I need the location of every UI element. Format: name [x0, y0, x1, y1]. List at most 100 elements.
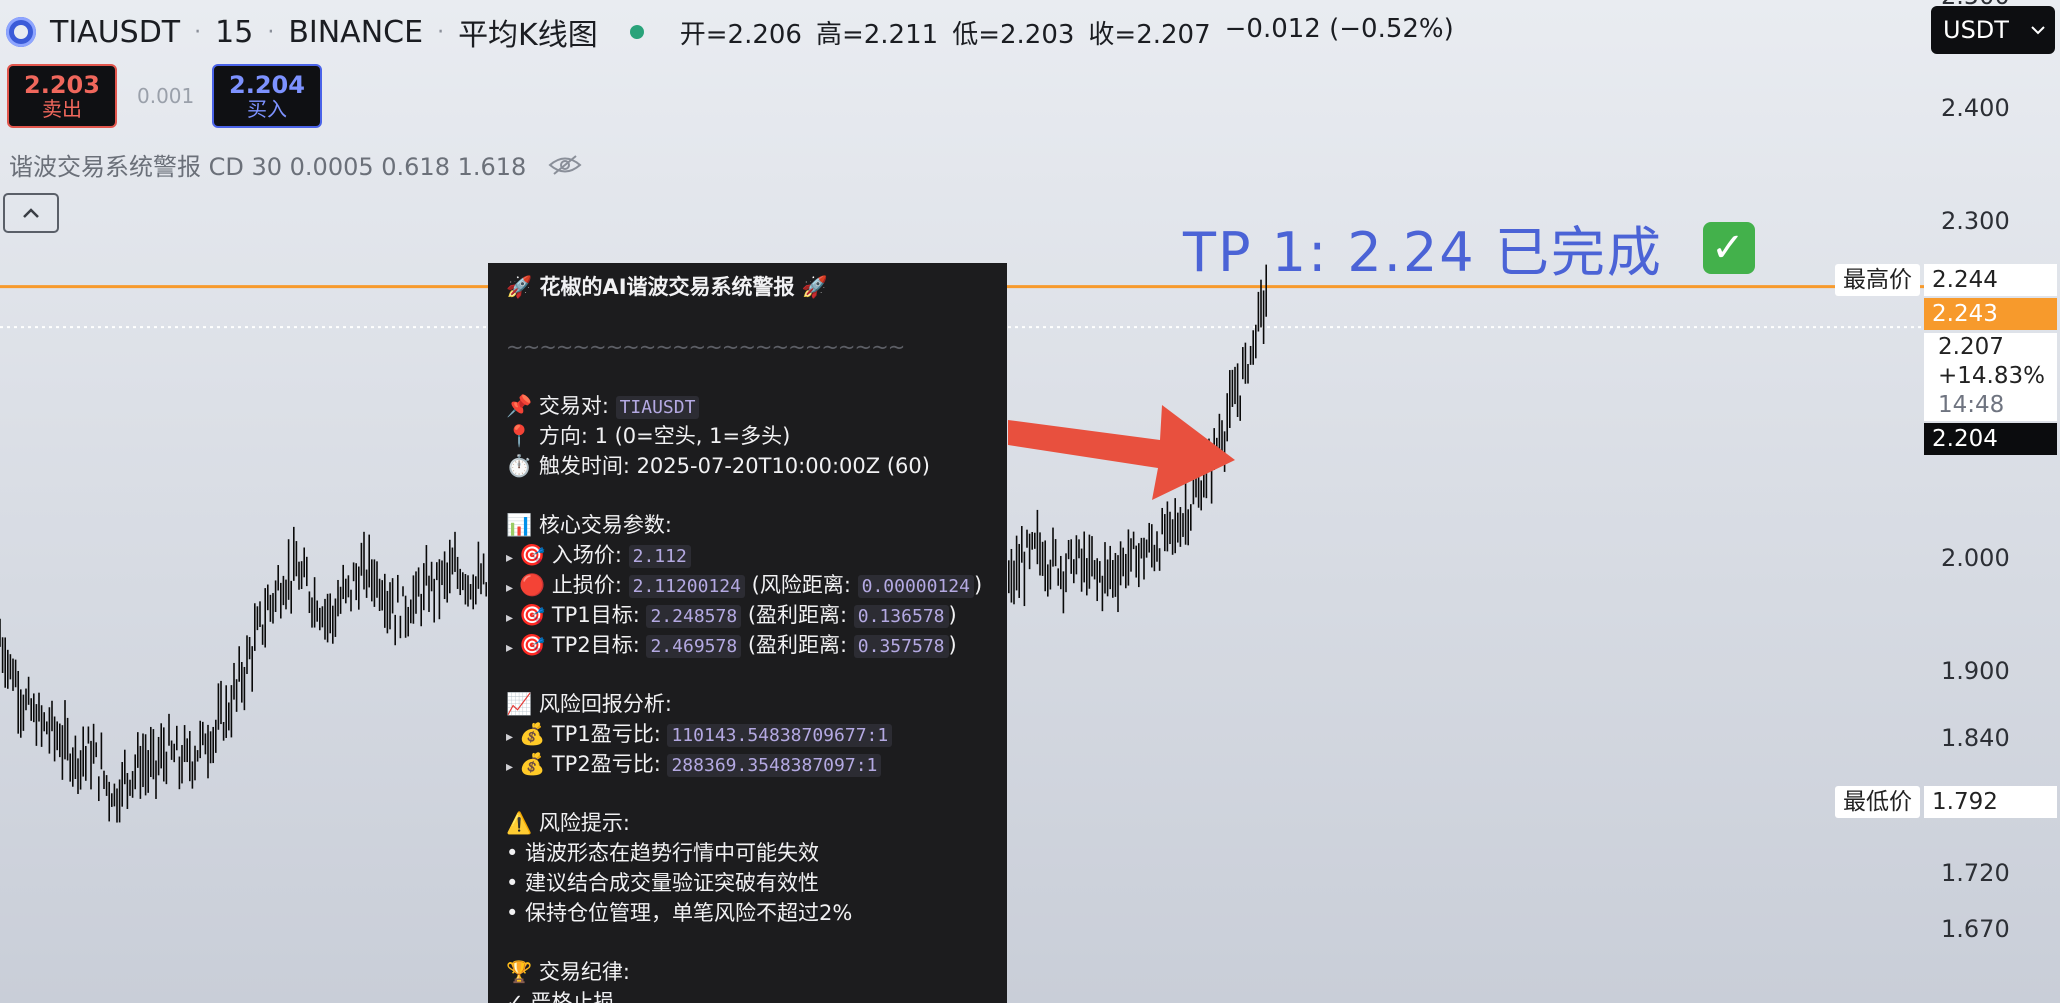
- trigger-row: ⏱️ 触发时间: 2025-07-20T10:00:00Z (60): [506, 453, 930, 478]
- tp2-row: ▸ 🎯 TP2目标: 2.469578 (盈利距离: 0.357578): [506, 631, 989, 661]
- tp2-value: 2.469578: [646, 634, 742, 658]
- bullet: ▸: [506, 639, 514, 656]
- rr1-row: ▸ 💰 TP1盈亏比: 110143.54838709677:1: [506, 720, 989, 750]
- tp1-value: 2.248578: [646, 604, 742, 628]
- pair-value: TIAUSDT: [615, 396, 700, 420]
- current-high-tag: 2.243: [1924, 298, 2057, 330]
- sell-button[interactable]: 2.203 卖出: [7, 64, 117, 128]
- low-price-value: 1.792: [1924, 786, 2057, 818]
- eye-off-icon[interactable]: [548, 154, 582, 176]
- discipline-title: 🏆 交易纪律:: [506, 960, 630, 985]
- rr1-value: 110143.54838709677:1: [667, 723, 893, 747]
- price-tick-9: 1.670: [1941, 915, 2010, 944]
- direction-row: 📍 方向: 1 (0=空头, 1=多头): [506, 423, 791, 448]
- symbol-name[interactable]: TIAUSDT: [50, 15, 180, 50]
- bid-price-tag: 2.204: [1924, 423, 2057, 455]
- high-value: 高=2.211: [815, 19, 939, 50]
- rr2-label: 💰 TP2盈亏比:: [519, 751, 668, 776]
- collapse-legend-button[interactable]: [3, 193, 59, 233]
- discipline-item-1: ✓ 严格止损: [506, 990, 615, 1003]
- alert-panel: 🚀 花椒的AI谐波交易系统警报 🚀 ~~~~~~~~~~~~~~~~~~~~~~…: [488, 263, 1007, 1003]
- chevron-up-icon: [23, 208, 39, 218]
- last-price: 2.207: [1938, 334, 2004, 360]
- bullet: ▸: [506, 728, 514, 745]
- stop-value: 2.11200124: [628, 574, 745, 598]
- tp1-dist-value: 0.136578: [853, 604, 949, 628]
- separator-dot: ·: [194, 19, 202, 45]
- bullet: ▸: [506, 758, 514, 775]
- tp2-label: 🎯 TP2目标:: [519, 632, 647, 657]
- separator-dot: ·: [267, 19, 275, 45]
- alert-title: 🚀 花椒的AI谐波交易系统警报 🚀: [506, 275, 828, 299]
- close-paren: ): [948, 632, 957, 657]
- risk-title: 📈 风险回报分析:: [506, 692, 672, 717]
- high-price-value: 2.244: [1924, 264, 2057, 296]
- ohlc-values: 开=2.206 高=2.211 低=2.203 收=2.207 −0.012 (…: [680, 14, 1454, 51]
- bullet: ▸: [506, 550, 514, 567]
- close-value: 收=2.207: [1088, 19, 1211, 50]
- stop-risk-label: (风险距离:: [744, 572, 858, 597]
- entry-label: 🎯 入场价:: [519, 543, 629, 568]
- stop-row: ▸ 🔴 止损价: 2.11200124 (风险距离: 0.00000124): [506, 571, 989, 601]
- exchange-name: BINANCE: [288, 14, 424, 50]
- bar-countdown: 14:48: [1938, 392, 2005, 418]
- price-tick-8: 1.720: [1941, 859, 2010, 887]
- interval[interactable]: 15: [215, 15, 253, 50]
- last-price-box: 2.207 +14.83% 14:48: [1924, 333, 2057, 421]
- warn-item-1: • 谐波形态在趋势行情中可能失效: [506, 841, 820, 866]
- warn-title: ⚠️ 风险提示:: [506, 811, 630, 836]
- pair-row: 📌 交易对: TIAUSDT: [506, 392, 989, 422]
- wave-divider: ~~~~~~~~~~~~~~~~~~~~~~~~: [506, 334, 905, 359]
- entry-row: ▸ 🎯 入场价: 2.112: [506, 541, 989, 571]
- tp2-dist-label: (盈利距离:: [741, 632, 854, 657]
- close-paren: ): [973, 572, 983, 597]
- change-value: −0.012 (−0.52%): [1224, 13, 1454, 44]
- rr2-row: ▸ 💰 TP2盈亏比: 288369.3548387097:1: [506, 750, 989, 780]
- tp1-dist-label: (盈利距离:: [741, 602, 854, 627]
- sell-label: 卖出: [42, 97, 82, 122]
- chart-header: TIAUSDT · 15 · BINANCE · 平均K线图 开=2.206 高…: [6, 10, 1454, 54]
- bullet: ▸: [506, 609, 514, 626]
- market-status-dot: [629, 25, 644, 39]
- last-change: +14.83%: [1938, 363, 2045, 389]
- indicator-label: 谐波交易系统警报 CD 30 0.0005 0.618 1.618: [9, 153, 527, 181]
- separator-dot: ·: [437, 19, 445, 45]
- core-title: 📊 核心交易参数:: [506, 513, 672, 538]
- low-value: 低=2.203: [952, 19, 1075, 50]
- check-mark-icon: ✓: [1702, 221, 1755, 274]
- bullet: ▸: [506, 579, 514, 596]
- tia-coin-icon: [6, 17, 36, 47]
- buy-price: 2.204: [229, 70, 305, 99]
- chart-type[interactable]: 平均K线图: [458, 10, 598, 54]
- price-tick-6: 1.840: [1941, 724, 2010, 752]
- high-price-label: 最高价: [1835, 264, 1920, 296]
- stop-risk-value: 0.00000124: [857, 574, 974, 598]
- price-tick-0: 2.500: [1941, 0, 2010, 10]
- spread-value: 0.001: [137, 84, 195, 108]
- chevron-down-icon: [2031, 26, 2045, 35]
- price-tick-4: 2.000: [1941, 544, 2010, 572]
- currency-label: USDT: [1943, 16, 2009, 44]
- tp2-dist-value: 0.357578: [853, 634, 949, 658]
- price-tick-2: 2.300: [1941, 206, 2010, 235]
- rr1-label: 💰 TP1盈亏比:: [519, 721, 668, 746]
- low-price-label: 最低价: [1835, 786, 1920, 818]
- entry-value: 2.112: [628, 545, 691, 569]
- open-value: 开=2.206: [679, 19, 802, 50]
- tp-annotation-text: TP 1: 2.24 已完成: [1183, 221, 1663, 284]
- pair-label: 📌 交易对:: [506, 394, 616, 419]
- stop-label: 🔴 止损价:: [519, 572, 629, 597]
- warn-item-2: • 建议结合成交量验证突破有效性: [506, 870, 820, 895]
- rr2-value: 288369.3548387097:1: [667, 753, 882, 777]
- indicator-legend[interactable]: 谐波交易系统警报 CD 30 0.0005 0.618 1.618: [9, 147, 582, 182]
- tp-annotation: TP 1: 2.24 已完成 ✓: [1183, 208, 1755, 287]
- currency-select[interactable]: USDT: [1931, 6, 2055, 54]
- tp1-label: 🎯 TP1目标:: [519, 602, 647, 627]
- sell-price: 2.203: [24, 70, 100, 99]
- buy-button[interactable]: 2.204 买入: [212, 64, 322, 128]
